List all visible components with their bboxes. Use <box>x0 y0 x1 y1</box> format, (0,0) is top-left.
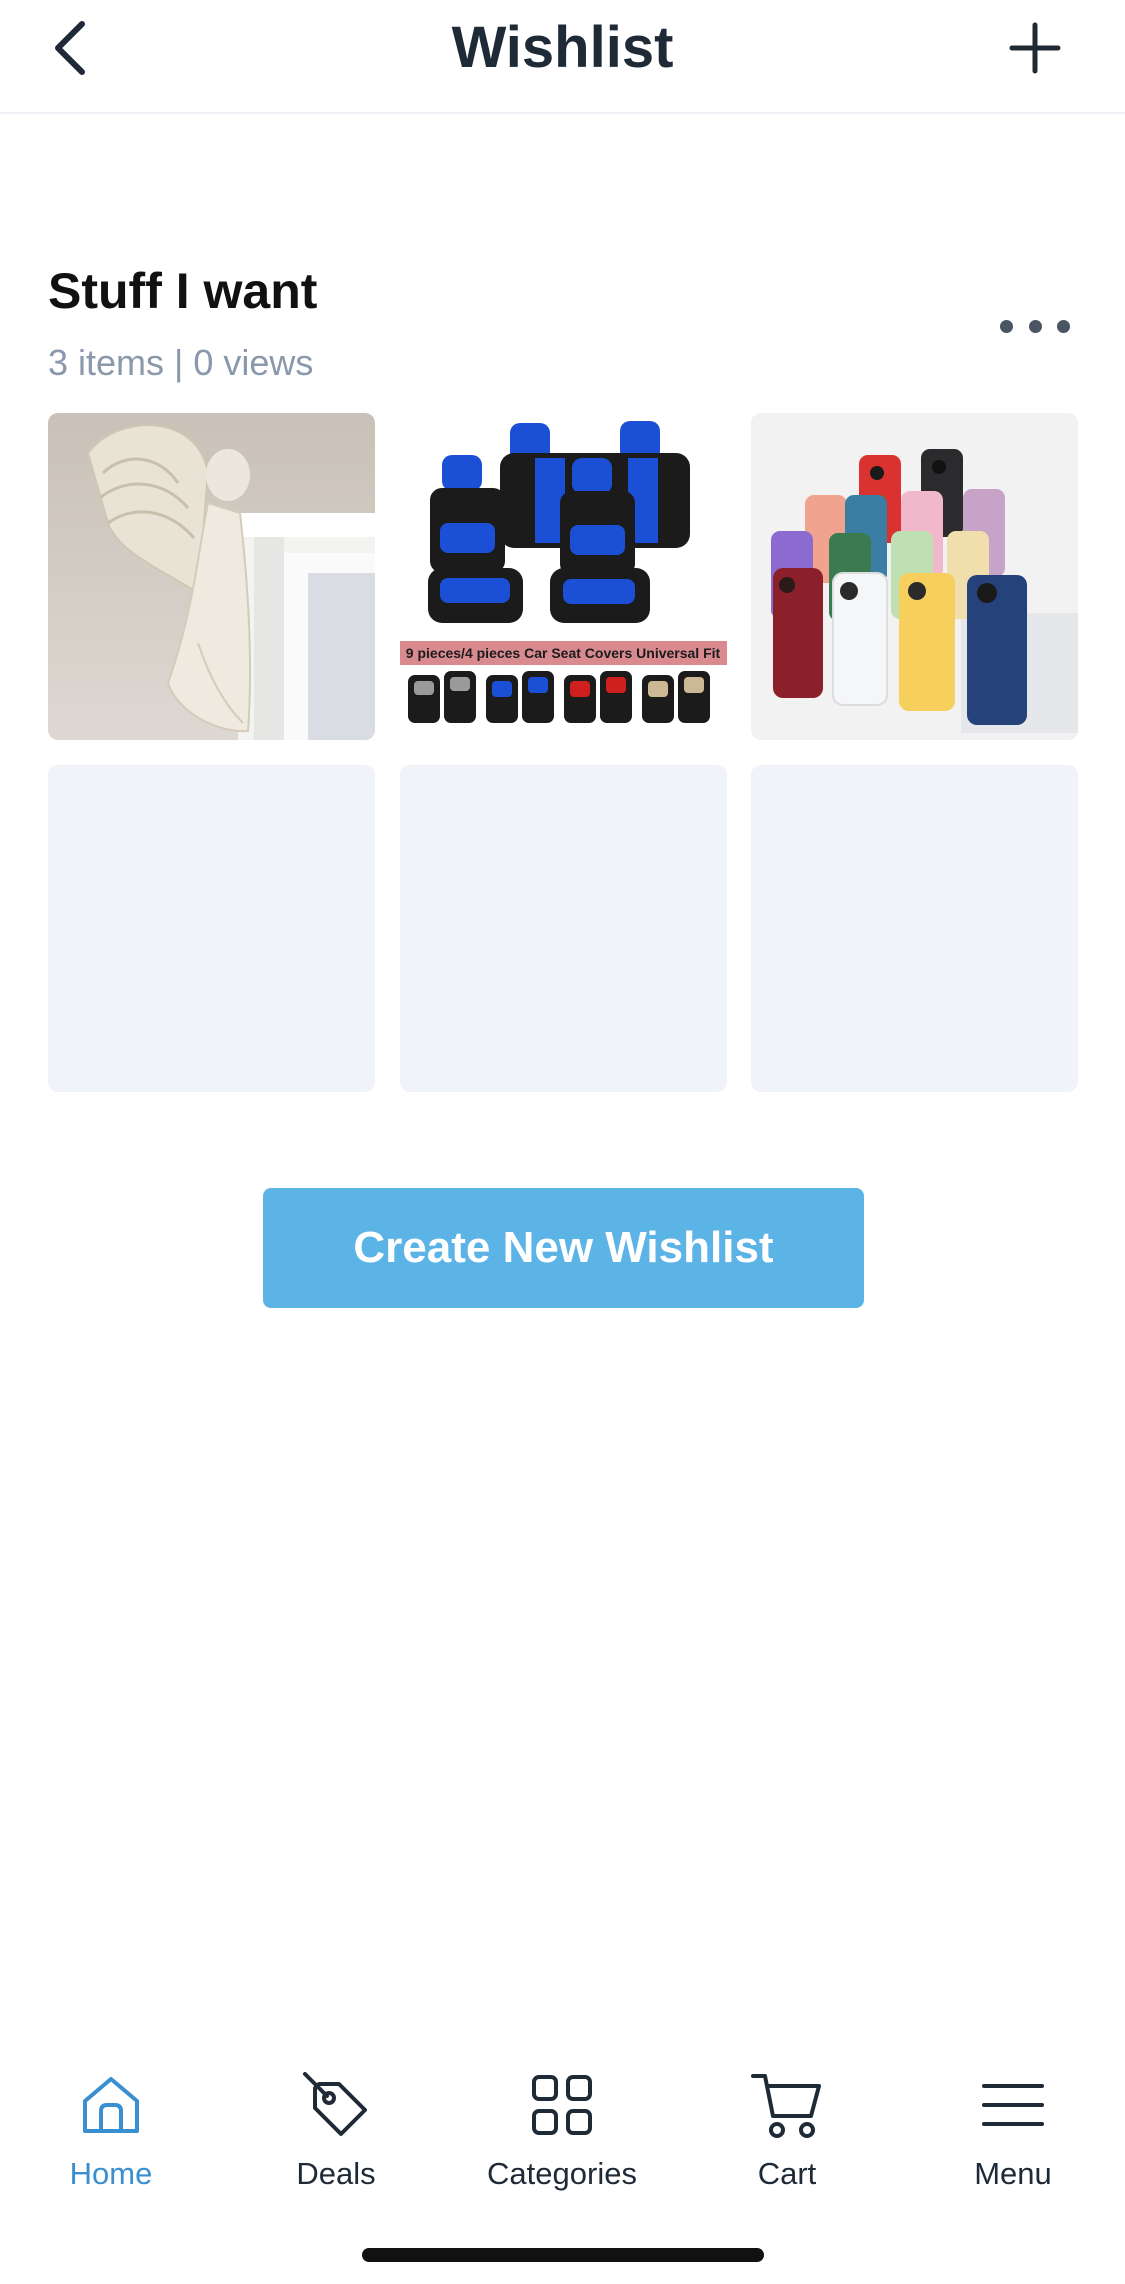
create-new-wishlist-button[interactable]: Create New Wishlist <box>263 1188 864 1308</box>
wishlist-meta: 3 items | 0 views <box>48 342 314 383</box>
tab-home[interactable]: Home <box>21 2060 201 2200</box>
plus-icon <box>1009 22 1061 74</box>
tab-cart[interactable]: Cart <box>697 2060 877 2200</box>
tag-icon <box>303 2072 367 2136</box>
tab-label: Deals <box>296 2156 376 2191</box>
more-horizontal-icon <box>1000 319 1013 333</box>
grid-icon <box>532 2075 592 2135</box>
wishlist-item-angel-statue[interactable] <box>48 413 375 740</box>
angel-statue-image <box>48 413 375 740</box>
page-title: Wishlist <box>451 15 674 80</box>
tab-categories[interactable]: Categories <box>472 2060 652 2200</box>
wishlist-item-car-seat-covers[interactable]: 9 pieces/4 pieces Car Seat Covers Univer… <box>400 413 727 740</box>
car-seat-covers-image: 9 pieces/4 pieces Car Seat Covers Univer… <box>400 413 727 740</box>
wishlist-more-button[interactable] <box>1000 308 1070 344</box>
tab-label: Home <box>69 2156 153 2191</box>
bottom-tab-bar: Home Deals Categories Cart Menu <box>0 2060 1125 2200</box>
empty-item-placeholder <box>48 765 375 1092</box>
tab-label: Categories <box>487 2156 637 2191</box>
home-indicator[interactable] <box>362 2248 764 2262</box>
tab-menu[interactable]: Menu <box>923 2060 1103 2200</box>
empty-item-placeholder <box>751 765 1078 1092</box>
home-icon <box>83 2077 139 2133</box>
top-bar: Wishlist <box>0 0 1125 114</box>
empty-item-placeholder <box>400 765 727 1092</box>
tab-deals[interactable]: Deals <box>246 2060 426 2200</box>
wishlist-name[interactable]: Stuff I want <box>48 262 317 320</box>
wishlist-item-phone-cases[interactable] <box>751 413 1078 740</box>
cart-icon <box>751 2074 821 2138</box>
hamburger-menu-icon <box>982 2084 1044 2126</box>
add-wishlist-button[interactable] <box>995 8 1075 88</box>
svg-text:9 pieces/4 pieces Car Seat Cov: 9 pieces/4 pieces Car Seat Covers Univer… <box>406 645 721 661</box>
tab-label: Menu <box>974 2156 1052 2191</box>
phone-cases-image <box>751 413 1078 740</box>
tab-label: Cart <box>757 2156 817 2191</box>
